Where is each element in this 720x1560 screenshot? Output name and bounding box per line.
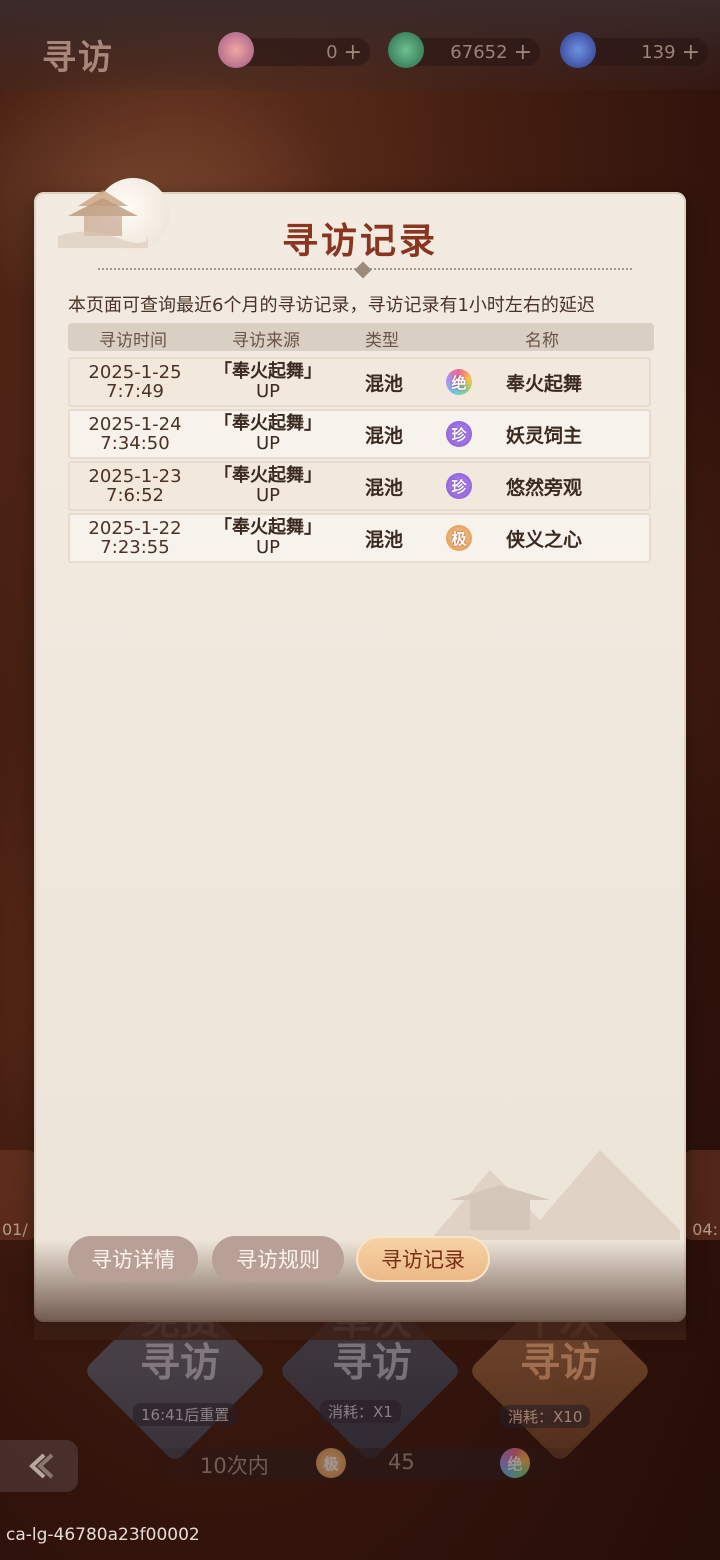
table-row: 2025-1-22 7:23:55 「奉火起舞」 UP 混池 极 侠义之心 [68,513,651,563]
add-resource-button[interactable]: + [514,40,532,65]
peach-blossom-currency-icon [218,32,254,68]
record-source-tag: UP [255,381,281,402]
record-date: 2025-1-22 [88,518,182,539]
record-type: 混池 [364,476,403,499]
record-date: 2025-1-25 [88,362,182,383]
rarity-badge-icon: 极 [316,1448,346,1478]
resource-value: 139 [641,41,676,63]
top-bar: 寻访 0 + 67652 + 139 + [0,0,720,90]
tab-details[interactable]: 寻访详情 [68,1236,198,1282]
resource-ticket: 139 + [560,32,708,68]
resource-jade: 67652 + [388,32,540,68]
record-name: 妖灵饲主 [505,424,582,447]
side-banner-left-label: 01/ [2,1220,28,1239]
add-resource-button[interactable]: + [344,40,362,65]
record-time: 7:23:55 [100,537,170,558]
tab-records[interactable]: 寻访记录 [356,1236,490,1282]
account-id-label: ca-lg-46780a23f00002 [6,1525,200,1545]
record-time: 7:34:50 [100,433,170,454]
rarity-badge-icon: 绝 [500,1448,530,1478]
pity-counter-bar: 10次内 极 45 绝 [150,1448,590,1480]
ten-draw-cost: 消耗：X10 [500,1405,591,1428]
record-date: 2025-1-23 [88,466,182,487]
rarity-badge-icon: 珍 [446,421,472,447]
rarity-badge-icon: 绝 [446,369,472,395]
single-draw-cost: 消耗：X1 [320,1400,401,1423]
record-source-tag: UP [255,433,281,454]
record-name: 侠义之心 [505,528,582,551]
resource-peach: 0 + [218,32,370,68]
rarity-badge-icon: 极 [446,525,472,551]
column-header-name: 名称 [525,331,559,351]
record-source: 「奉火起舞」 [214,465,322,486]
column-header-time: 寻访时间 [99,331,167,351]
panel-title: 寻访记录 [281,221,438,262]
back-button[interactable] [0,1440,78,1492]
record-type: 混池 [364,528,403,551]
record-time: 7:6:52 [106,485,164,506]
record-source-tag: UP [255,537,281,558]
record-type: 混池 [364,424,403,447]
free-draw-reset-timer: 16:41后重置 [133,1403,238,1426]
record-notice: 本页面可查询最近6个月的寻访记录，寻访记录有1小时左右的延迟 [68,295,595,316]
record-source: 「奉火起舞」 [214,361,322,382]
back-arrow-icon [29,1453,54,1479]
side-banner-right-label: 04: [692,1220,718,1239]
record-type: 混池 [364,372,403,395]
column-header-type: 类型 [365,331,399,351]
jade-currency-icon [388,32,424,68]
record-name: 悠然旁观 [505,476,582,499]
record-date: 2025-1-24 [88,414,182,435]
record-source-tag: UP [255,485,281,506]
tab-rules[interactable]: 寻访规则 [212,1236,344,1282]
record-source: 「奉火起舞」 [214,413,322,434]
pity-text: 10次内 [200,1454,269,1478]
resource-value: 67652 [450,41,508,63]
table-row: 2025-1-25 7:7:49 「奉火起舞」 UP 混池 绝 奉火起舞 [68,357,651,407]
table-row: 2025-1-24 7:34:50 「奉火起舞」 UP 混池 珍 妖灵饲主 [68,409,651,459]
column-header-source: 寻访来源 [232,331,300,351]
brush-ticket-icon [560,32,596,68]
pity-count: 45 [388,1450,415,1474]
table-header: 寻访时间 寻访来源 类型 名称 [68,323,654,351]
record-source: 「奉火起舞」 [214,517,322,538]
record-time: 7:7:49 [106,381,164,402]
mountain-pavilion-decoration [430,1150,680,1240]
resource-value: 0 [326,41,338,63]
add-resource-button[interactable]: + [682,40,700,65]
page-title: 寻访 [42,38,114,78]
table-row: 2025-1-23 7:6:52 「奉火起舞」 UP 混池 珍 悠然旁观 [68,461,651,511]
rarity-badge-icon: 珍 [446,473,472,499]
record-name: 奉火起舞 [505,372,582,395]
